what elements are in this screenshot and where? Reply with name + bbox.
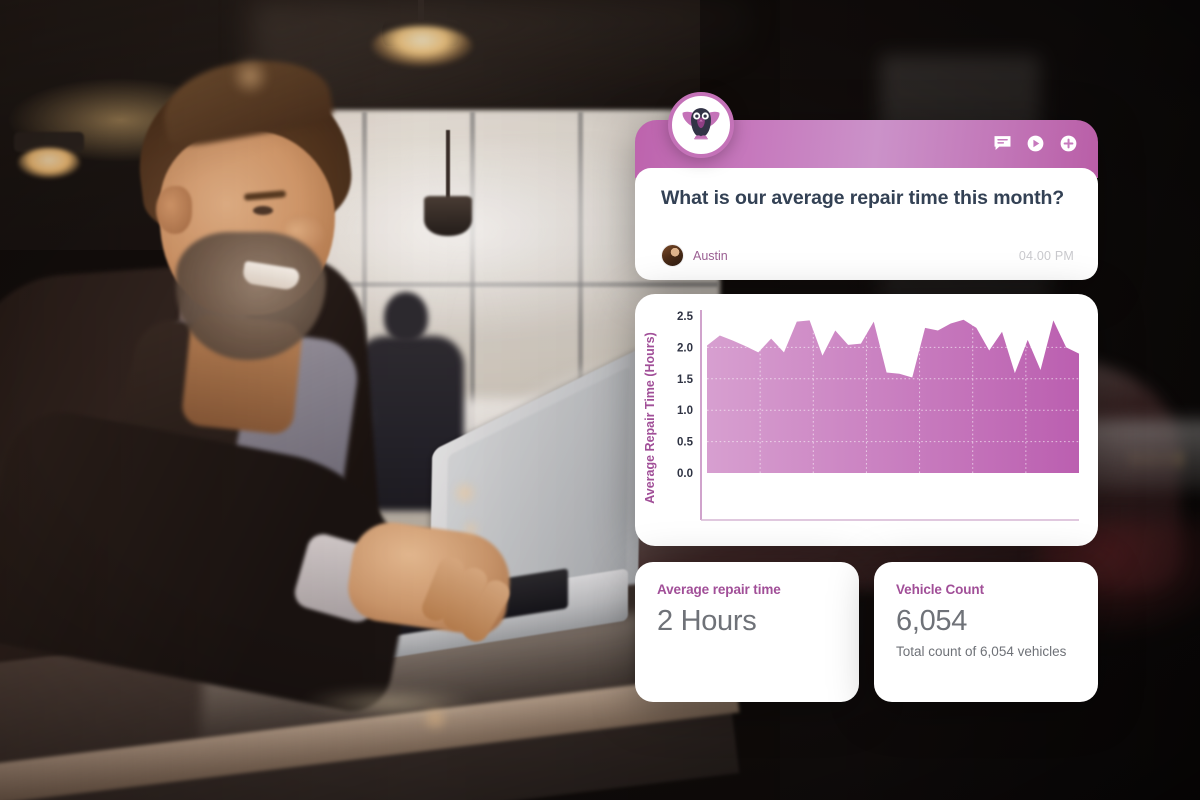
owl-logo-icon — [682, 108, 720, 140]
stat-subtext: Total count of 6,054 vehicles — [896, 644, 1067, 659]
y-tick-label: 1.5 — [677, 374, 694, 386]
y-tick-label: 0.5 — [677, 437, 694, 449]
y-tick-label: 2.5 — [677, 311, 694, 323]
header-actions — [993, 134, 1078, 153]
author-name: Austin — [693, 248, 728, 263]
ui-overlay: What is our average repair time this mon… — [0, 0, 1200, 800]
area-series — [707, 319, 1079, 473]
chat-card-body: What is our average repair time this mon… — [635, 168, 1098, 280]
y-axis-title: Average Repair Time (Hours) — [643, 332, 657, 504]
message-timestamp: 04.00 PM — [1018, 248, 1074, 263]
area-chart: 0.0 0.5 1.0 1.5 2.0 2.5 Average Repair Time (H… — [643, 310, 1079, 521]
avatar — [661, 244, 684, 267]
stat-card-vehicle-count: Vehicle Count 6,054 Total count of 6,054… — [874, 562, 1098, 702]
owl-logo-badge[interactable] — [668, 92, 734, 158]
stat-label: Vehicle Count — [896, 582, 984, 597]
message-meta: Austin 04.00 PM — [661, 244, 1074, 267]
author-group: Austin — [661, 244, 728, 267]
y-tick-label: 1.0 — [677, 405, 693, 417]
question-text: What is our average repair time this mon… — [661, 187, 1065, 209]
y-tick-label: 0.0 — [677, 468, 693, 480]
chat-bubble-icon[interactable] — [993, 134, 1012, 153]
stat-value: 6,054 — [896, 605, 968, 637]
play-circle-icon[interactable] — [1026, 134, 1045, 153]
stat-card-average-repair-time: Average repair time 2 Hours — [635, 562, 859, 702]
stat-value: 2 Hours — [657, 605, 757, 637]
y-tick-label: 2.0 — [677, 342, 693, 354]
chart-card: 0.0 0.5 1.0 1.5 2.0 2.5 Average Repair Time (H… — [635, 294, 1098, 546]
plus-circle-icon[interactable] — [1059, 134, 1078, 153]
stat-label: Average repair time — [657, 582, 781, 597]
